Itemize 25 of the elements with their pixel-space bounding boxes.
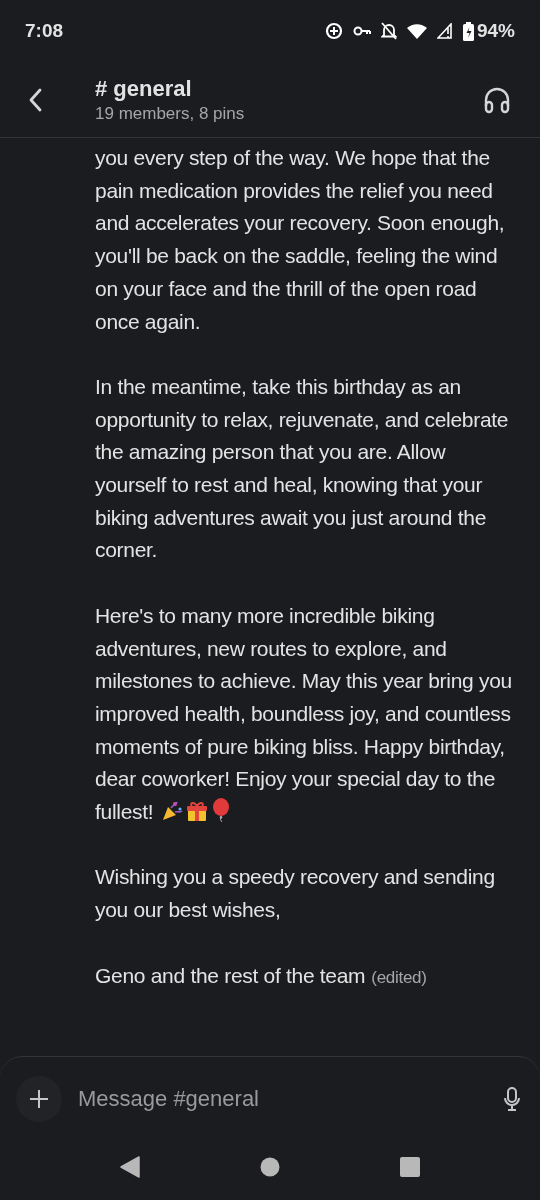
wifi-icon: [406, 23, 427, 39]
message-paragraph: Geno and the rest of the team: [95, 963, 366, 987]
channel-details[interactable]: 19 members, 8 pins: [95, 102, 482, 125]
battery-icon: [462, 21, 474, 41]
data-saver-icon: [324, 22, 343, 40]
key-icon: [352, 25, 371, 37]
add-button[interactable]: [16, 1075, 62, 1122]
gift-icon: [186, 800, 209, 823]
party-popper-icon: [161, 800, 184, 823]
edited-label: (edited): [371, 967, 427, 987]
message-paragraph: Wishing you a speedy recovery and sending you our best wishes,: [95, 865, 495, 922]
message-input-field[interactable]: Message #general: [78, 1082, 500, 1115]
channel-title[interactable]: # general: [95, 74, 482, 103]
battery-percent: 94%: [476, 18, 515, 43]
plus-icon: [29, 1088, 49, 1109]
bell-off-icon: [380, 22, 397, 40]
back-nav-icon[interactable]: [120, 1156, 140, 1178]
signal-icon: [436, 23, 453, 39]
message-paragraph: In the meantime, take this birthday as an opportunity to relax, rejuvenate, and celebrate the amazing person that you are. Allow yourself to rest and heal, knowing that your biking adventures await you just around the corner.: [95, 374, 509, 562]
home-nav-icon[interactable]: [260, 1157, 280, 1177]
balloon-icon: [211, 798, 232, 823]
chevron-left-icon: [28, 87, 42, 112]
status-time: 7:08: [25, 18, 64, 43]
message-paragraph: fullest!: [95, 800, 154, 824]
message-paragraph: you every step of the way. We hope that the pain medication provides the relief you need and accelerates your recovery. Soon enough, you'll be back on the saddle, feeling the wind on your face and the thrill of the open road once again.: [95, 146, 505, 333]
